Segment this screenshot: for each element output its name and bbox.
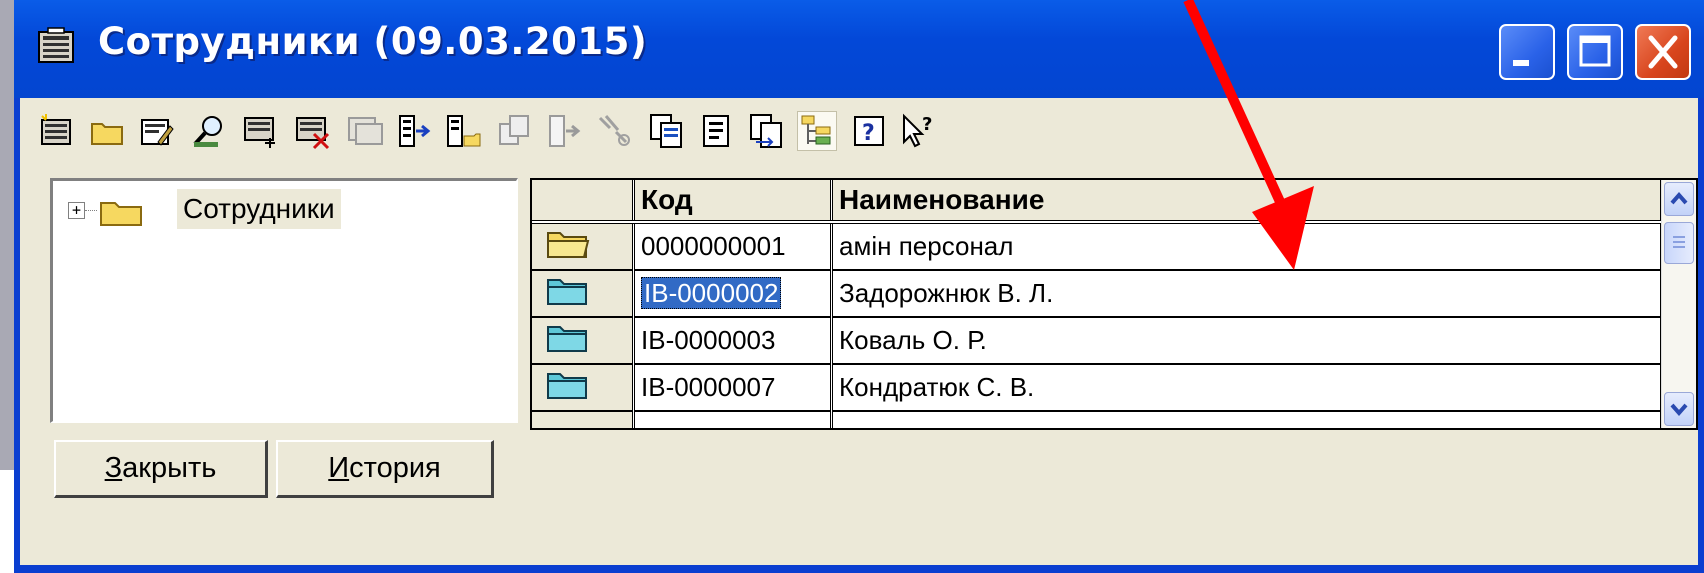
sheet-icon[interactable] [698,112,736,150]
code-cell[interactable]: IB-0000003 [633,317,833,365]
filter-icon[interactable] [596,112,634,150]
folder-icon [547,279,587,305]
row-icon-cell [532,270,635,318]
history-button[interactable]: История [276,440,494,498]
table-row-empty[interactable] [532,411,1663,428]
chevron-up-icon [1670,191,1688,205]
column-header-code[interactable]: Код [633,180,833,224]
window-title: Сотрудники (09.03.2015) [98,20,648,63]
delete-row-icon[interactable] [294,112,332,150]
code-cell[interactable] [633,411,833,428]
table-row[interactable]: 0000000001 амін персонал [532,222,1663,271]
tree-expand-toggle[interactable]: + [68,202,85,219]
chevron-down-icon [1670,403,1688,417]
minimize-icon [1513,60,1529,66]
transfer-icon[interactable] [748,112,786,150]
move-down-icon[interactable] [546,112,584,150]
name-cell[interactable]: Задорожнюк В. Л. [831,270,1663,318]
scroll-up-button[interactable] [1664,182,1694,216]
maximize-icon [1579,35,1611,67]
svg-text:?: ? [922,114,932,135]
code-cell[interactable]: IB-0000007 [633,364,833,412]
new-group-icon[interactable] [88,112,126,150]
open-folder-icon [547,232,590,258]
name-cell[interactable]: Кондратюк С. В. [831,364,1663,412]
history-button-label: стория [349,452,441,484]
name-cell[interactable] [831,411,1663,428]
data-grid[interactable]: Код Наименование 0000000001 амін персона… [530,178,1698,430]
grip-icon [1673,236,1685,248]
copy-icon[interactable] [648,112,686,150]
row-icon-cell [532,411,635,428]
copy-row-icon[interactable] [346,112,384,150]
svg-text:?: ? [862,121,875,146]
column-header-name[interactable]: Наименование [831,180,1663,224]
close-button[interactable] [1635,24,1691,80]
name-cell[interactable]: Коваль О. Р. [831,317,1663,365]
app-window: Сотрудники (09.03.2015) ? ? + Сотрудники… [14,0,1704,573]
tree-connector [85,210,97,211]
toolbar: ? ? [20,98,1698,168]
code-cell-selected[interactable]: IB-0000002 [633,270,833,318]
minimize-button[interactable] [1499,24,1555,80]
selected-code-text: IB-0000002 [641,277,782,309]
close-icon [1648,35,1678,69]
help-icon[interactable]: ? [850,112,888,150]
context-help-icon[interactable]: ? [900,112,938,150]
maximize-button[interactable] [1567,24,1623,80]
window-icon [38,27,74,63]
close-dialog-button[interactable]: Закрыть [54,440,268,498]
hierarchy-icon[interactable] [797,111,837,151]
title-bar[interactable]: Сотрудники (09.03.2015) [14,0,1704,98]
vertical-scrollbar[interactable] [1661,180,1696,428]
edit-icon[interactable] [138,112,176,150]
tree-panel[interactable]: + Сотрудники [50,178,518,423]
row-icon-cell [532,317,635,365]
new-item-icon[interactable] [38,112,76,150]
client-area: ? ? + Сотрудники Код Наименование 000000… [20,98,1698,565]
history-button-accel: И [328,452,350,484]
name-cell[interactable]: амін персонал [831,222,1663,271]
move-to-group-icon[interactable] [444,112,482,150]
row-icon-cell [532,222,635,271]
close-button-label: акрыть [122,452,217,484]
table-row[interactable]: IB-0000003 Коваль О. Р. [532,317,1663,365]
code-cell[interactable]: 0000000001 [633,222,833,271]
close-button-accel: З [104,452,123,484]
folder-icon [547,326,587,352]
move-icon[interactable] [396,112,434,150]
scroll-down-button[interactable] [1664,392,1694,426]
add-row-icon[interactable] [242,112,280,150]
folder-icon [100,202,142,226]
column-header-icon[interactable] [532,180,635,224]
grid-header-row: Код Наименование [532,180,1663,224]
find-icon[interactable] [190,112,228,150]
group-icon[interactable] [496,112,534,150]
row-icon-cell [532,364,635,412]
folder-icon [547,373,587,399]
tree-root-label[interactable]: Сотрудники [177,189,341,229]
scroll-thumb[interactable] [1664,222,1694,264]
table-row[interactable]: IB-0000007 Кондратюк С. В. [532,364,1663,412]
table-row[interactable]: IB-0000002 Задорожнюк В. Л. [532,270,1663,318]
